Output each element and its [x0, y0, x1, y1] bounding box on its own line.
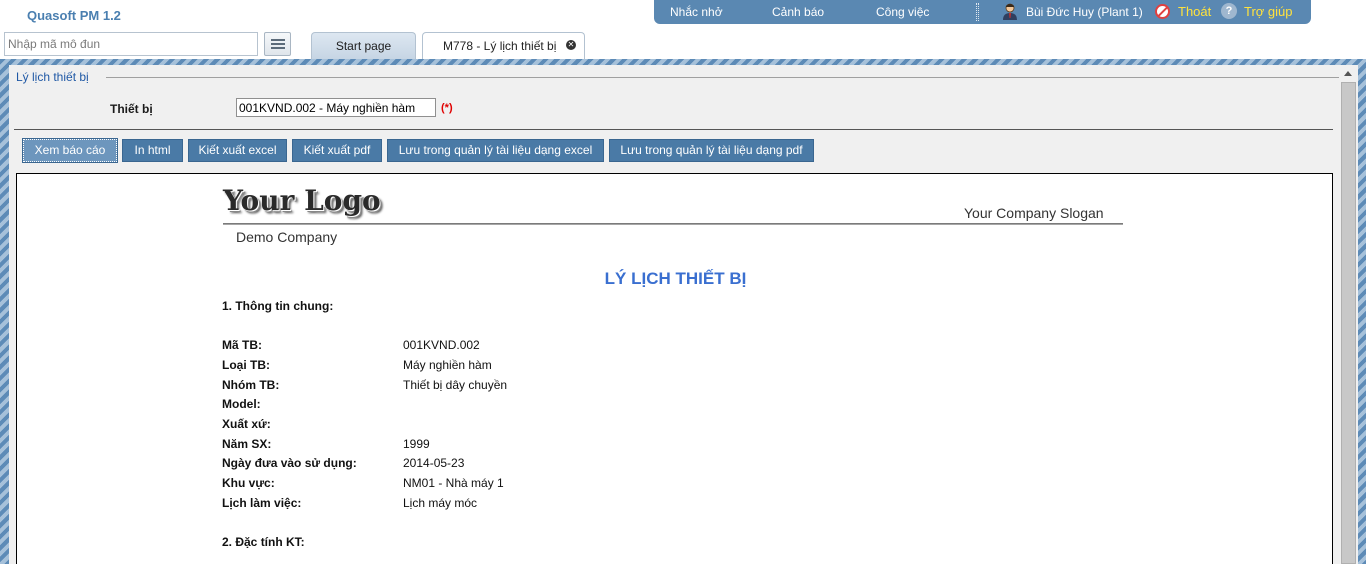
question-icon[interactable]: ?: [1221, 3, 1237, 19]
tab-start-page[interactable]: Start page: [311, 32, 416, 59]
logout-link[interactable]: Thoát: [1178, 4, 1211, 19]
report-title: LÝ LỊCH THIẾT BỊ: [604, 269, 747, 288]
help-link[interactable]: Trợ giúp: [1244, 4, 1293, 19]
save-doc-pdf-button[interactable]: Lưu trong quản lý tài liệu dạng pdf: [609, 139, 814, 162]
top-nav-bar: Nhắc nhở Cảnh báo Công việc Bùi Đức Huy …: [654, 0, 1311, 24]
header-rule: [223, 223, 1123, 225]
tab-label: Start page: [335, 39, 392, 53]
info-label: Năm SX:: [222, 437, 272, 451]
device-field[interactable]: [236, 98, 436, 117]
info-label: Mã TB:: [222, 338, 262, 352]
tab-label: M778 - Lý lịch thiết bị: [443, 39, 557, 53]
user-avatar-icon: [1003, 3, 1017, 20]
module-search-input[interactable]: [4, 32, 258, 56]
print-html-button[interactable]: In html: [122, 139, 183, 162]
info-label: Loại TB:: [222, 358, 270, 372]
info-value: Máy nghiền hàm: [403, 358, 492, 372]
scroll-thumb[interactable]: [1341, 82, 1356, 564]
info-label: Nhóm TB:: [222, 378, 280, 392]
nav-separator: [976, 3, 979, 21]
vertical-scrollbar[interactable]: [1339, 65, 1358, 564]
report-viewer: Your Logo Your Company Slogan Demo Compa…: [16, 173, 1333, 564]
nav-alerts-link[interactable]: Cảnh báo: [772, 5, 824, 19]
close-icon[interactable]: ✕: [566, 40, 576, 50]
info-label: Khu vực:: [222, 476, 275, 490]
app-title: Quasoft PM 1.2: [27, 8, 121, 23]
info-value: Thiết bị dây chuyền: [403, 378, 508, 392]
save-doc-excel-button[interactable]: Lưu trong quản lý tài liệu dạng excel: [387, 139, 604, 162]
tab-m778[interactable]: M778 - Lý lịch thiết bị ✕: [422, 32, 585, 59]
info-label: Model:: [222, 397, 261, 411]
section-general-heading: 1. Thông tin chung:: [222, 299, 334, 313]
user-name-label[interactable]: Bùi Đức Huy (Plant 1): [1026, 5, 1143, 19]
nav-tasks-link[interactable]: Công việc: [876, 5, 929, 19]
section-divider: [106, 77, 1342, 78]
info-label: Lịch làm việc:: [222, 496, 302, 510]
content-panel: Lý lịch thiết bị Thiết bị (*) Xem báo cá…: [9, 65, 1358, 564]
info-value: NM01 - Nhà máy 1: [403, 476, 504, 490]
info-value: Lịch máy móc: [403, 496, 478, 510]
section-specs-heading: 2. Đặc tính KT:: [222, 535, 305, 549]
view-report-button[interactable]: Xem báo cáo: [22, 138, 118, 163]
device-label: Thiết bị: [110, 102, 153, 116]
info-value: 2014-05-23: [403, 456, 465, 470]
company-logo: Your Logo: [223, 184, 381, 217]
module-menu-button[interactable]: [264, 32, 291, 56]
required-mark: (*): [441, 102, 453, 114]
export-pdf-button[interactable]: Kiết xuất pdf: [292, 139, 382, 162]
company-slogan: Your Company Slogan: [964, 205, 1104, 221]
section-title: Lý lịch thiết bị: [16, 70, 95, 84]
menu-icon: [271, 39, 285, 41]
nav-reminders-link[interactable]: Nhắc nhở: [670, 5, 723, 19]
form-divider: [14, 129, 1333, 130]
info-value: 001KVND.002: [403, 338, 480, 352]
export-excel-button[interactable]: Kiết xuất excel: [188, 139, 287, 162]
no-entry-icon[interactable]: [1155, 4, 1170, 19]
info-label: Xuất xứ:: [222, 417, 271, 431]
company-name: Demo Company: [236, 229, 338, 245]
main-frame: Lý lịch thiết bị Thiết bị (*) Xem báo cá…: [0, 59, 1366, 564]
scroll-up-arrow-icon[interactable]: [1341, 67, 1356, 81]
info-value: 1999: [403, 437, 430, 451]
info-label: Ngày đưa vào sử dụng:: [222, 456, 357, 470]
